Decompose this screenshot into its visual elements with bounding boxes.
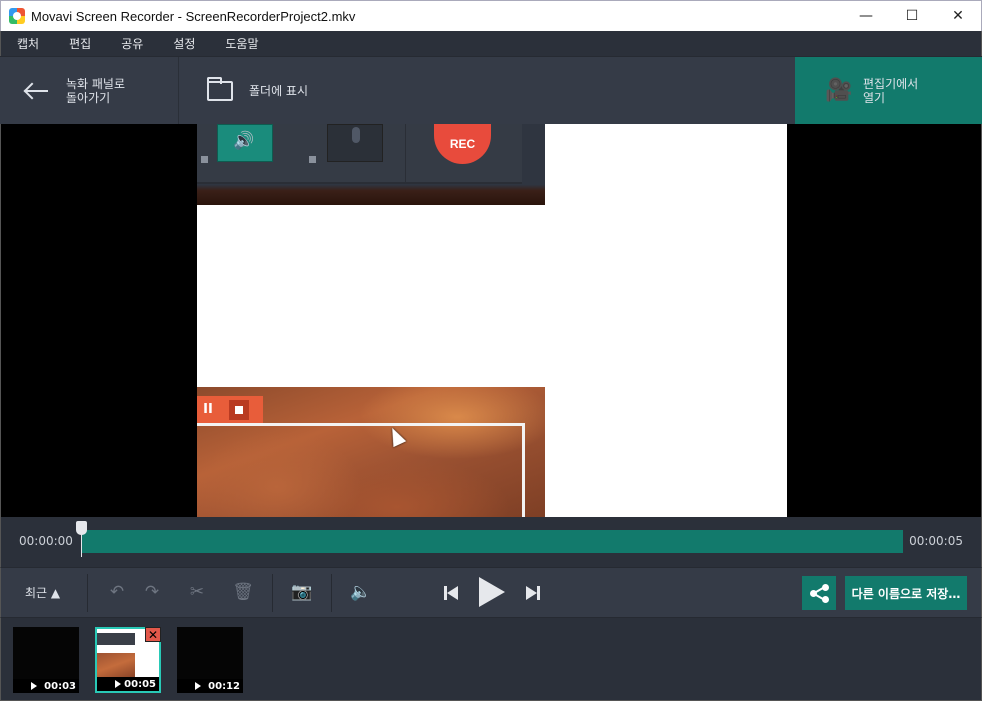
open-editor-line2: 열기: [863, 90, 886, 105]
video-preview[interactable]: REC II: [0, 124, 982, 517]
playback-controls: 최근 ▲ ↶ ↷ ✂ 🗑 📷 🔈 다른 이름으로 저장…: [0, 567, 982, 617]
trash-icon[interactable]: 🗑: [232, 581, 254, 603]
window-title: Movavi Screen Recorder - ScreenRecorderP…: [31, 8, 356, 24]
timeline-track[interactable]: [81, 530, 903, 553]
thumbnail-info-bar: 00:05: [97, 677, 159, 691]
recent-dropdown[interactable]: 최근 ▲: [25, 584, 60, 601]
menu-edit[interactable]: 편집: [53, 35, 91, 52]
back-to-recording-button[interactable]: 녹화 패널로 돌아가기: [0, 57, 179, 124]
show-in-folder-label: 폴더에 표시: [249, 83, 309, 98]
recording-thumbnail-selected[interactable]: 00:05 ✕: [95, 627, 161, 693]
current-time: 00:00:00: [19, 534, 73, 548]
maximize-button[interactable]: ☐: [889, 1, 935, 31]
volume-icon[interactable]: 🔈: [350, 581, 372, 603]
save-as-button[interactable]: 다른 이름으로 저장…: [845, 576, 967, 610]
play-icon: [31, 682, 37, 690]
back-label-line2: 돌아가기: [66, 90, 111, 105]
thumbnail-duration: 00:03: [44, 681, 76, 692]
back-arrow-icon: [24, 83, 50, 99]
share-button[interactable]: [802, 576, 836, 610]
playhead-line: [81, 533, 82, 557]
close-icon[interactable]: ✕: [145, 627, 161, 642]
recording-thumbnail[interactable]: 00:12: [177, 627, 243, 693]
stop-icon: [229, 400, 249, 420]
thumbnail-duration: 00:05: [124, 679, 156, 690]
menu-capture[interactable]: 캡처: [1, 35, 39, 52]
panel-divider: [405, 124, 406, 184]
rec-button-image: REC: [434, 124, 491, 164]
play-icon: [115, 680, 121, 688]
microphone-icon: [327, 124, 383, 162]
camera-icon[interactable]: 📷: [291, 581, 313, 603]
play-icon: [195, 682, 201, 690]
thumbnail-info-bar: 00:03: [13, 679, 79, 693]
open-in-editor-button[interactable]: 🎥 편집기에서 열기: [795, 57, 982, 124]
thumbnail-image-panel: [97, 633, 135, 645]
menu-settings[interactable]: 설정: [157, 35, 195, 52]
playhead-handle[interactable]: [76, 521, 87, 557]
menu-help[interactable]: 도움말: [209, 35, 258, 52]
open-editor-line1: 편집기에서: [863, 76, 919, 91]
recorded-panel-bar: REC: [197, 124, 522, 184]
share-icon-line: [814, 593, 825, 601]
film-camera-icon: 🎥: [825, 77, 853, 103]
toolbar: 녹화 패널로 돌아가기 폴더에 표시 🎥 편집기에서 열기: [0, 56, 982, 124]
thumbnail-image-sky: [97, 653, 135, 677]
close-window-button[interactable]: ✕: [935, 1, 981, 31]
back-label-line1: 녹화 패널로: [66, 76, 126, 91]
play-icon[interactable]: [479, 577, 505, 607]
app-icon: [9, 8, 25, 24]
menu-share[interactable]: 공유: [105, 35, 143, 52]
previous-icon[interactable]: [444, 585, 460, 601]
speaker-icon: [217, 124, 273, 162]
volume-slider-tick: [201, 156, 208, 163]
capture-area-frame: [197, 423, 525, 517]
minimize-button[interactable]: —: [843, 1, 889, 31]
next-icon[interactable]: [524, 585, 540, 601]
thumbnail-duration: 00:12: [208, 681, 240, 692]
pause-icon: II: [203, 402, 213, 417]
scissors-icon[interactable]: ✂: [186, 581, 208, 603]
window-controls: — ☐ ✕: [843, 1, 981, 31]
folder-icon: [207, 76, 233, 101]
undo-icon[interactable]: ↶: [106, 581, 128, 603]
recording-thumbnail[interactable]: 00:03: [13, 627, 79, 693]
mic-slider-tick: [309, 156, 316, 163]
timeline: 00:00:00 00:00:05: [0, 517, 982, 567]
recent-recordings-strip: 00:03 00:05 ✕ 00:12: [0, 617, 982, 701]
menu-bar: 캡처 편집 공유 설정 도움말: [0, 31, 982, 56]
back-label: 녹화 패널로 돌아가기: [66, 77, 125, 105]
redo-icon[interactable]: ↷: [141, 581, 163, 603]
open-editor-label: 편집기에서 열기: [863, 77, 918, 105]
recorded-capture-controls: II: [197, 396, 263, 424]
app-window: Movavi Screen Recorder - ScreenRecorderP…: [0, 0, 982, 701]
total-time: 00:00:05: [909, 534, 963, 548]
divider: [272, 574, 273, 612]
divider: [87, 574, 88, 612]
divider: [331, 574, 332, 612]
title-bar: Movavi Screen Recorder - ScreenRecorderP…: [0, 0, 982, 31]
show-in-folder-button[interactable]: 폴더에 표시: [179, 57, 379, 124]
thumbnail-info-bar: 00:12: [177, 679, 243, 693]
recorded-recording-panel: REC: [197, 124, 545, 205]
